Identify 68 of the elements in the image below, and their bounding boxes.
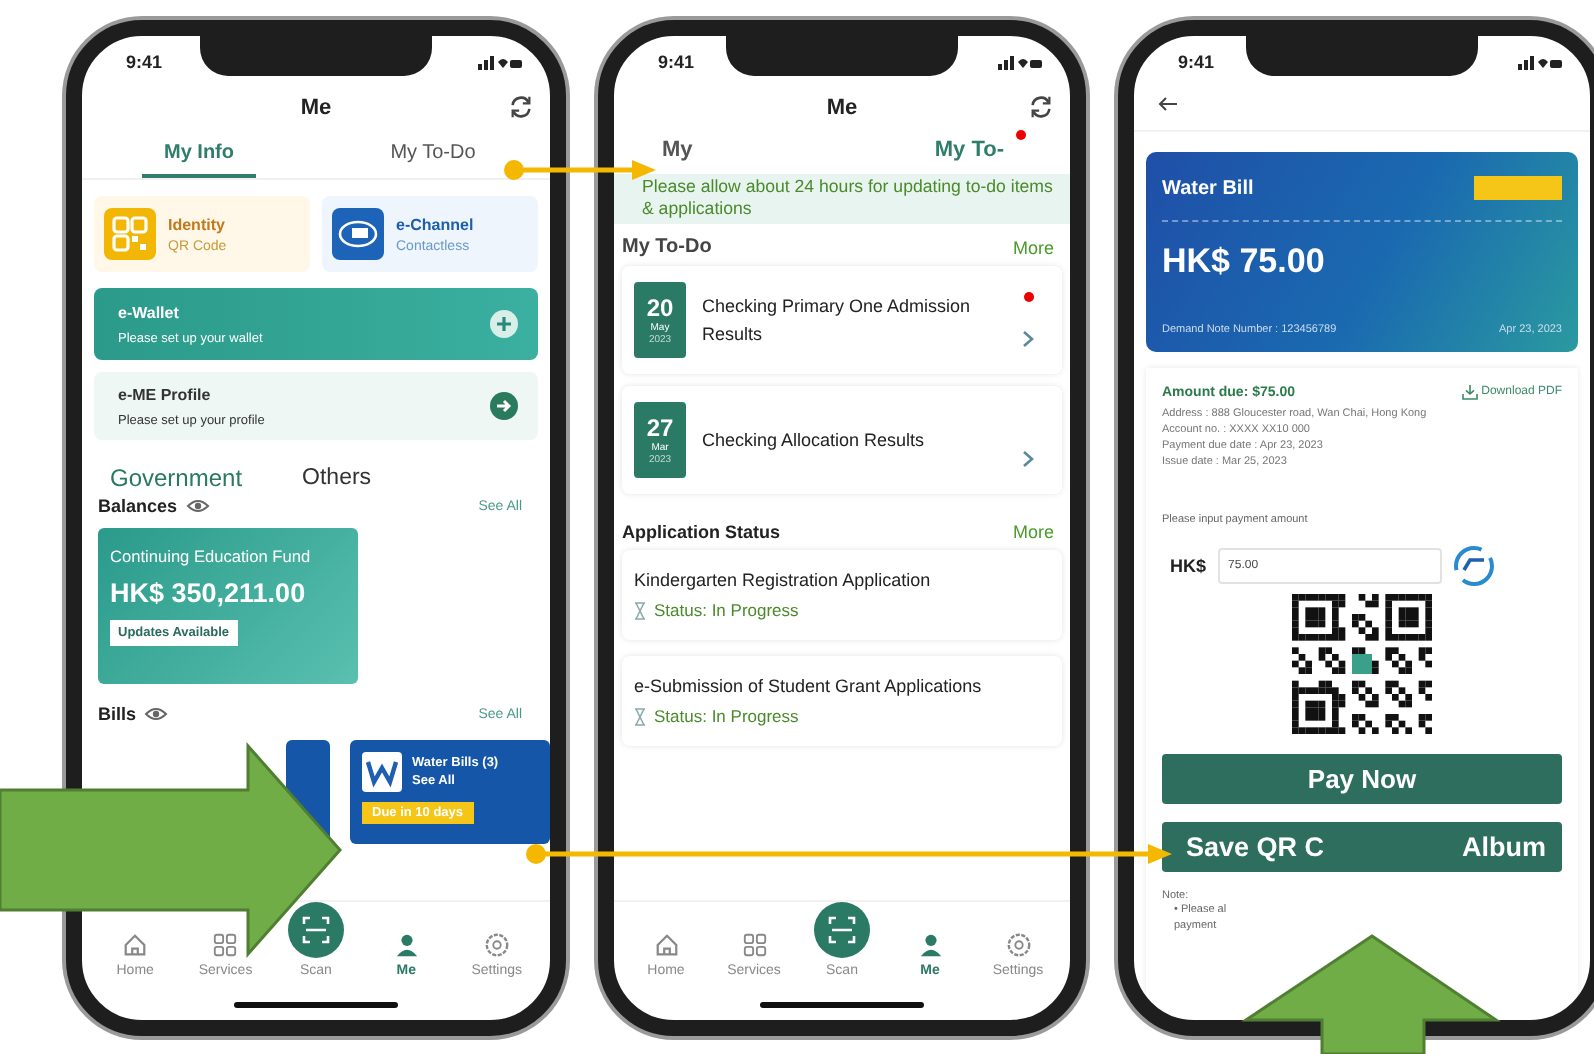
application-title: Kindergarten Registration Application <box>634 570 933 590</box>
tab[interactable]: My <box>662 130 693 162</box>
status-time: 9:41 <box>126 52 163 72</box>
application-status: Status: In Progress <box>654 600 799 620</box>
card-title: e-Wallet <box>118 303 181 321</box>
back-arrow-icon[interactable] <box>1158 96 1178 112</box>
screen-title: Me <box>300 96 332 120</box>
section-title: Bills <box>98 704 137 724</box>
person-icon <box>917 932 943 958</box>
grid-icon <box>741 932 767 958</box>
section-title: Application Status <box>622 522 781 542</box>
screen-title: Me <box>826 96 858 120</box>
tab[interactable]: My Info <box>142 130 256 178</box>
section-title: Balances <box>98 496 178 516</box>
section-title: My To-Do <box>622 236 712 258</box>
qr-code-icon <box>104 208 156 260</box>
status-tag <box>1474 176 1562 200</box>
more-link[interactable]: More <box>1012 522 1054 542</box>
more-link[interactable]: More <box>1012 237 1054 257</box>
scan-icon <box>814 902 870 958</box>
home-icon <box>653 932 679 958</box>
refresh-icon[interactable] <box>508 94 534 120</box>
download-icon <box>1461 384 1478 400</box>
balance-amount: HK$ 350,211.00 <box>110 578 308 608</box>
status-icons <box>998 55 1042 69</box>
todo-title: Checking Primary One Admission Results <box>702 294 973 348</box>
card-logo-icon <box>332 208 384 260</box>
bill-amount: HK$ 75.00 <box>1162 242 1327 282</box>
chevron-right-icon <box>1022 330 1034 348</box>
currency-label: HK$ <box>1170 556 1207 576</box>
info-banner: Please allow about 24 hours for updating to-do items & applications <box>614 174 1070 224</box>
card-title: e-ME Profile <box>118 385 213 403</box>
hourglass-icon <box>634 707 646 725</box>
save-qr-button[interactable]: Save QR C Album <box>1162 822 1562 872</box>
home-icon <box>122 932 149 958</box>
tile-title: e-Channel <box>396 215 474 233</box>
eye-icon[interactable] <box>144 706 169 722</box>
person-icon <box>393 932 420 958</box>
grid-icon <box>212 932 239 958</box>
add-icon[interactable] <box>490 310 518 338</box>
payment-logo-icon <box>1454 546 1495 586</box>
refresh-icon[interactable] <box>1028 94 1054 120</box>
application-card[interactable]: Kindergarten Registration Application Status: In Progress <box>622 550 1062 640</box>
hourglass-icon <box>634 601 646 619</box>
tab[interactable]: My To-Do <box>376 130 490 178</box>
todo-title: Checking Allocation Results <box>702 428 927 454</box>
tile-title: Identity <box>168 215 227 233</box>
application-status: Status: In Progress <box>654 706 799 726</box>
arrow-right-icon[interactable] <box>490 392 518 420</box>
qr-code <box>1292 594 1432 734</box>
bill-title: Water Bill <box>1162 177 1254 199</box>
status-icons <box>1518 55 1562 69</box>
application-title: e-Submission of Student Grant Applications <box>634 676 984 696</box>
pay-now-button[interactable]: Pay Now <box>1162 754 1562 804</box>
status-time: 9:41 <box>658 52 695 72</box>
category-tab[interactable]: Others <box>302 464 372 492</box>
status-time: 9:41 <box>1178 52 1215 72</box>
fund-name: Continuing Education Fund <box>110 546 313 566</box>
settings-icon <box>483 932 510 958</box>
application-card[interactable]: e-Submission of Student Grant Applications Status: In Progress <box>622 656 1062 746</box>
scan-icon <box>287 902 344 958</box>
chevron-right-icon <box>1022 450 1034 468</box>
tab[interactable]: My To- <box>934 130 1004 162</box>
category-tab[interactable]: Government <box>110 464 243 492</box>
water-logo-icon <box>362 752 402 792</box>
status-icons <box>478 55 522 69</box>
settings-icon <box>1005 932 1031 958</box>
eye-icon[interactable] <box>185 498 210 514</box>
